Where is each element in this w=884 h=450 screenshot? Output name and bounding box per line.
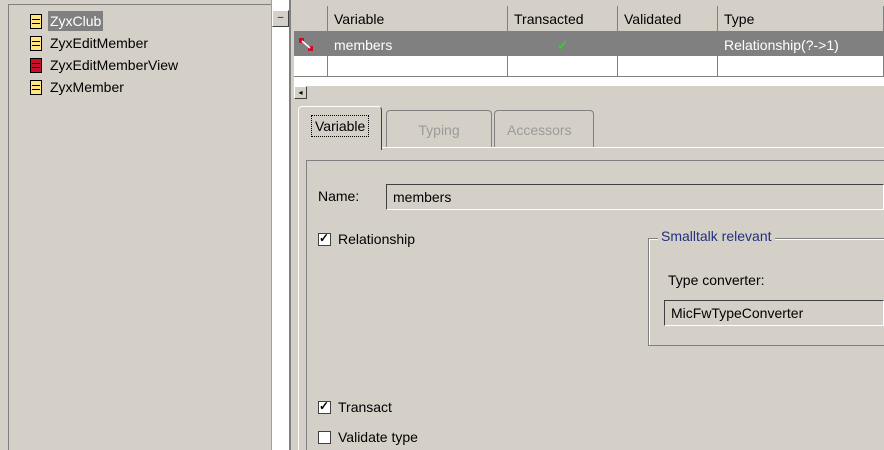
class-list[interactable]: ZyxClub ZyxEditMember ZyxEditMemberView …: [8, 4, 272, 450]
tab-variable[interactable]: Variable: [298, 106, 382, 150]
transact-checkbox[interactable]: [318, 399, 331, 414]
class-icon: [30, 14, 42, 29]
row-header-column: [294, 6, 328, 32]
name-label: Name:: [318, 188, 360, 204]
class-icon: [30, 58, 42, 73]
relationship-icon: [299, 38, 313, 51]
cell-validated: [618, 32, 718, 58]
tab-typing[interactable]: Typing: [386, 110, 492, 148]
class-icon: [30, 80, 42, 95]
table-row-empty: [294, 56, 884, 77]
scroll-left-button[interactable]: ◂: [294, 86, 307, 99]
variables-table[interactable]: Variable Transacted Validated Type membe…: [294, 6, 884, 86]
relationship-checkbox[interactable]: [318, 231, 331, 246]
class-item-label: ZyxClub: [48, 11, 104, 31]
column-header-variable[interactable]: Variable: [328, 6, 508, 32]
tab-accessors[interactable]: Accessors: [494, 110, 594, 148]
type-converter-input[interactable]: MicFwTypeConverter: [664, 300, 884, 326]
validate-type-checkbox[interactable]: [318, 431, 331, 444]
relationship-label: Relationship: [338, 231, 416, 247]
class-item-label: ZyxEditMemberView: [50, 57, 179, 73]
tab-label: Variable: [311, 115, 370, 137]
cell-variable: members: [328, 32, 508, 58]
validate-type-label: Validate type: [338, 429, 418, 445]
class-item-label: ZyxEditMember: [50, 35, 149, 51]
column-header-type[interactable]: Type: [718, 6, 884, 32]
cell-transacted-check: ✓: [508, 32, 618, 58]
column-header-validated[interactable]: Validated: [618, 6, 718, 32]
table-row[interactable]: members ✓ Relationship(?->1): [294, 32, 884, 58]
name-input[interactable]: members: [386, 184, 884, 210]
transact-label: Transact: [338, 399, 392, 415]
scroll-up-button[interactable]: –: [272, 10, 289, 27]
cell-type: Relationship(?->1): [718, 32, 884, 58]
class-list-scrollbar[interactable]: –: [271, 0, 289, 450]
smalltalk-relevant-group: [648, 238, 884, 346]
column-header-transacted[interactable]: Transacted: [508, 6, 618, 32]
class-icon: [30, 36, 42, 51]
class-item-label: ZyxMember: [50, 79, 124, 95]
type-converter-label: Type converter:: [668, 272, 765, 288]
group-title: Smalltalk relevant: [658, 228, 775, 244]
